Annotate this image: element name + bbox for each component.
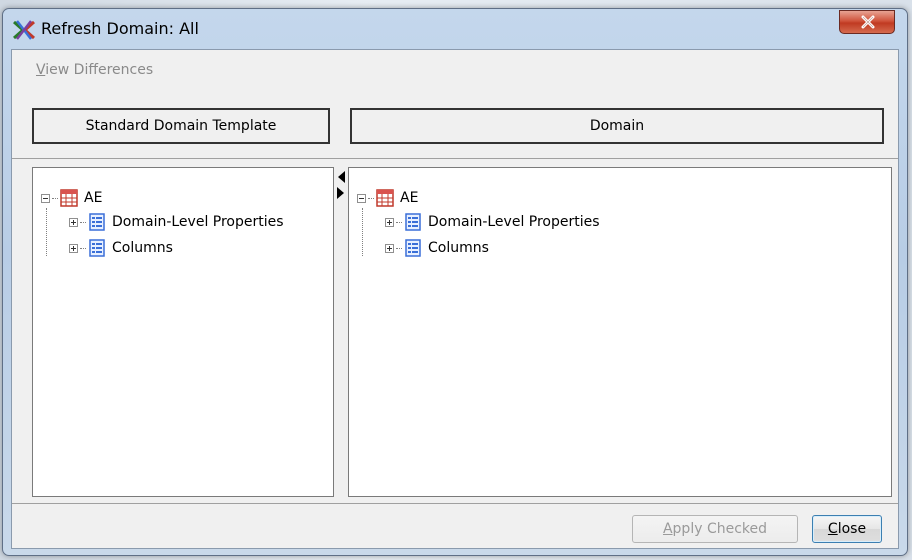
standard-template-header-label: Standard Domain Template — [85, 118, 277, 134]
view-differences-mnemonic: V — [36, 62, 46, 78]
close-label: lose — [837, 521, 867, 537]
tree-connector — [396, 221, 402, 223]
tree-node-label: AE — [400, 190, 419, 206]
domain-tree[interactable]: AE Domain-Level Properties Columns — [348, 167, 892, 497]
dataset-table-icon — [60, 189, 78, 207]
compare-split-area: AE Domain-Level Properties Columns AE Do… — [12, 158, 898, 504]
title-bar[interactable]: Refresh Domain: All — [3, 9, 907, 49]
tree-node-columns[interactable]: Columns — [385, 238, 489, 258]
expand-toggle[interactable] — [385, 217, 394, 227]
property-list-icon — [89, 213, 105, 231]
expand-toggle[interactable] — [69, 217, 78, 227]
tree-connector — [396, 247, 402, 249]
close-icon — [861, 15, 875, 29]
tree-guide-line — [46, 208, 47, 256]
window-title: Refresh Domain: All — [41, 19, 199, 38]
tree-node-root[interactable]: AE — [357, 188, 418, 208]
tree-node-columns[interactable]: Columns — [69, 238, 173, 258]
property-list-icon — [405, 213, 421, 231]
collapse-toggle[interactable] — [41, 193, 50, 203]
tree-node-label: Domain-Level Properties — [112, 214, 284, 230]
tree-node-domain-level-properties[interactable]: Domain-Level Properties — [69, 212, 284, 232]
tree-connector — [368, 197, 374, 199]
tree-guide-line — [362, 208, 363, 256]
apply-mnemonic: A — [662, 521, 673, 537]
tree-connector — [80, 247, 86, 249]
close-mnemonic: C — [827, 521, 838, 537]
splitter-arrows-icon[interactable] — [335, 169, 347, 201]
standard-template-header: Standard Domain Template — [32, 108, 330, 144]
dataset-table-icon — [376, 189, 394, 207]
domain-header: Domain — [350, 108, 884, 144]
window-close-button[interactable] — [839, 10, 895, 34]
property-list-icon — [405, 239, 421, 257]
expand-toggle[interactable] — [385, 243, 394, 253]
tree-connector — [80, 221, 86, 223]
app-icon — [13, 20, 35, 40]
tree-connector — [52, 197, 58, 199]
apply-label: pply Checked — [672, 521, 768, 537]
expand-toggle[interactable] — [69, 243, 78, 253]
view-differences-link[interactable]: View Differences — [36, 60, 153, 80]
dialog-footer: Apply Checked Close — [12, 504, 898, 548]
collapse-toggle[interactable] — [357, 193, 366, 203]
view-differences-label: iew Differences — [45, 62, 154, 78]
close-button[interactable]: Close — [812, 515, 882, 543]
tree-node-label: Columns — [428, 240, 489, 256]
dialog-client-area: View Differences Standard Domain Templat… — [11, 49, 899, 549]
refresh-domain-dialog: Refresh Domain: All View Differences Sta… — [2, 8, 908, 556]
tree-node-label: Columns — [112, 240, 173, 256]
apply-checked-button[interactable]: Apply Checked — [632, 515, 798, 543]
domain-header-label: Domain — [589, 118, 645, 134]
tree-node-domain-level-properties[interactable]: Domain-Level Properties — [385, 212, 600, 232]
tree-node-label: Domain-Level Properties — [428, 214, 600, 230]
property-list-icon — [89, 239, 105, 257]
tree-node-label: AE — [84, 190, 103, 206]
standard-template-tree[interactable]: AE Domain-Level Properties Columns — [32, 167, 334, 497]
tree-node-root[interactable]: AE — [41, 188, 102, 208]
